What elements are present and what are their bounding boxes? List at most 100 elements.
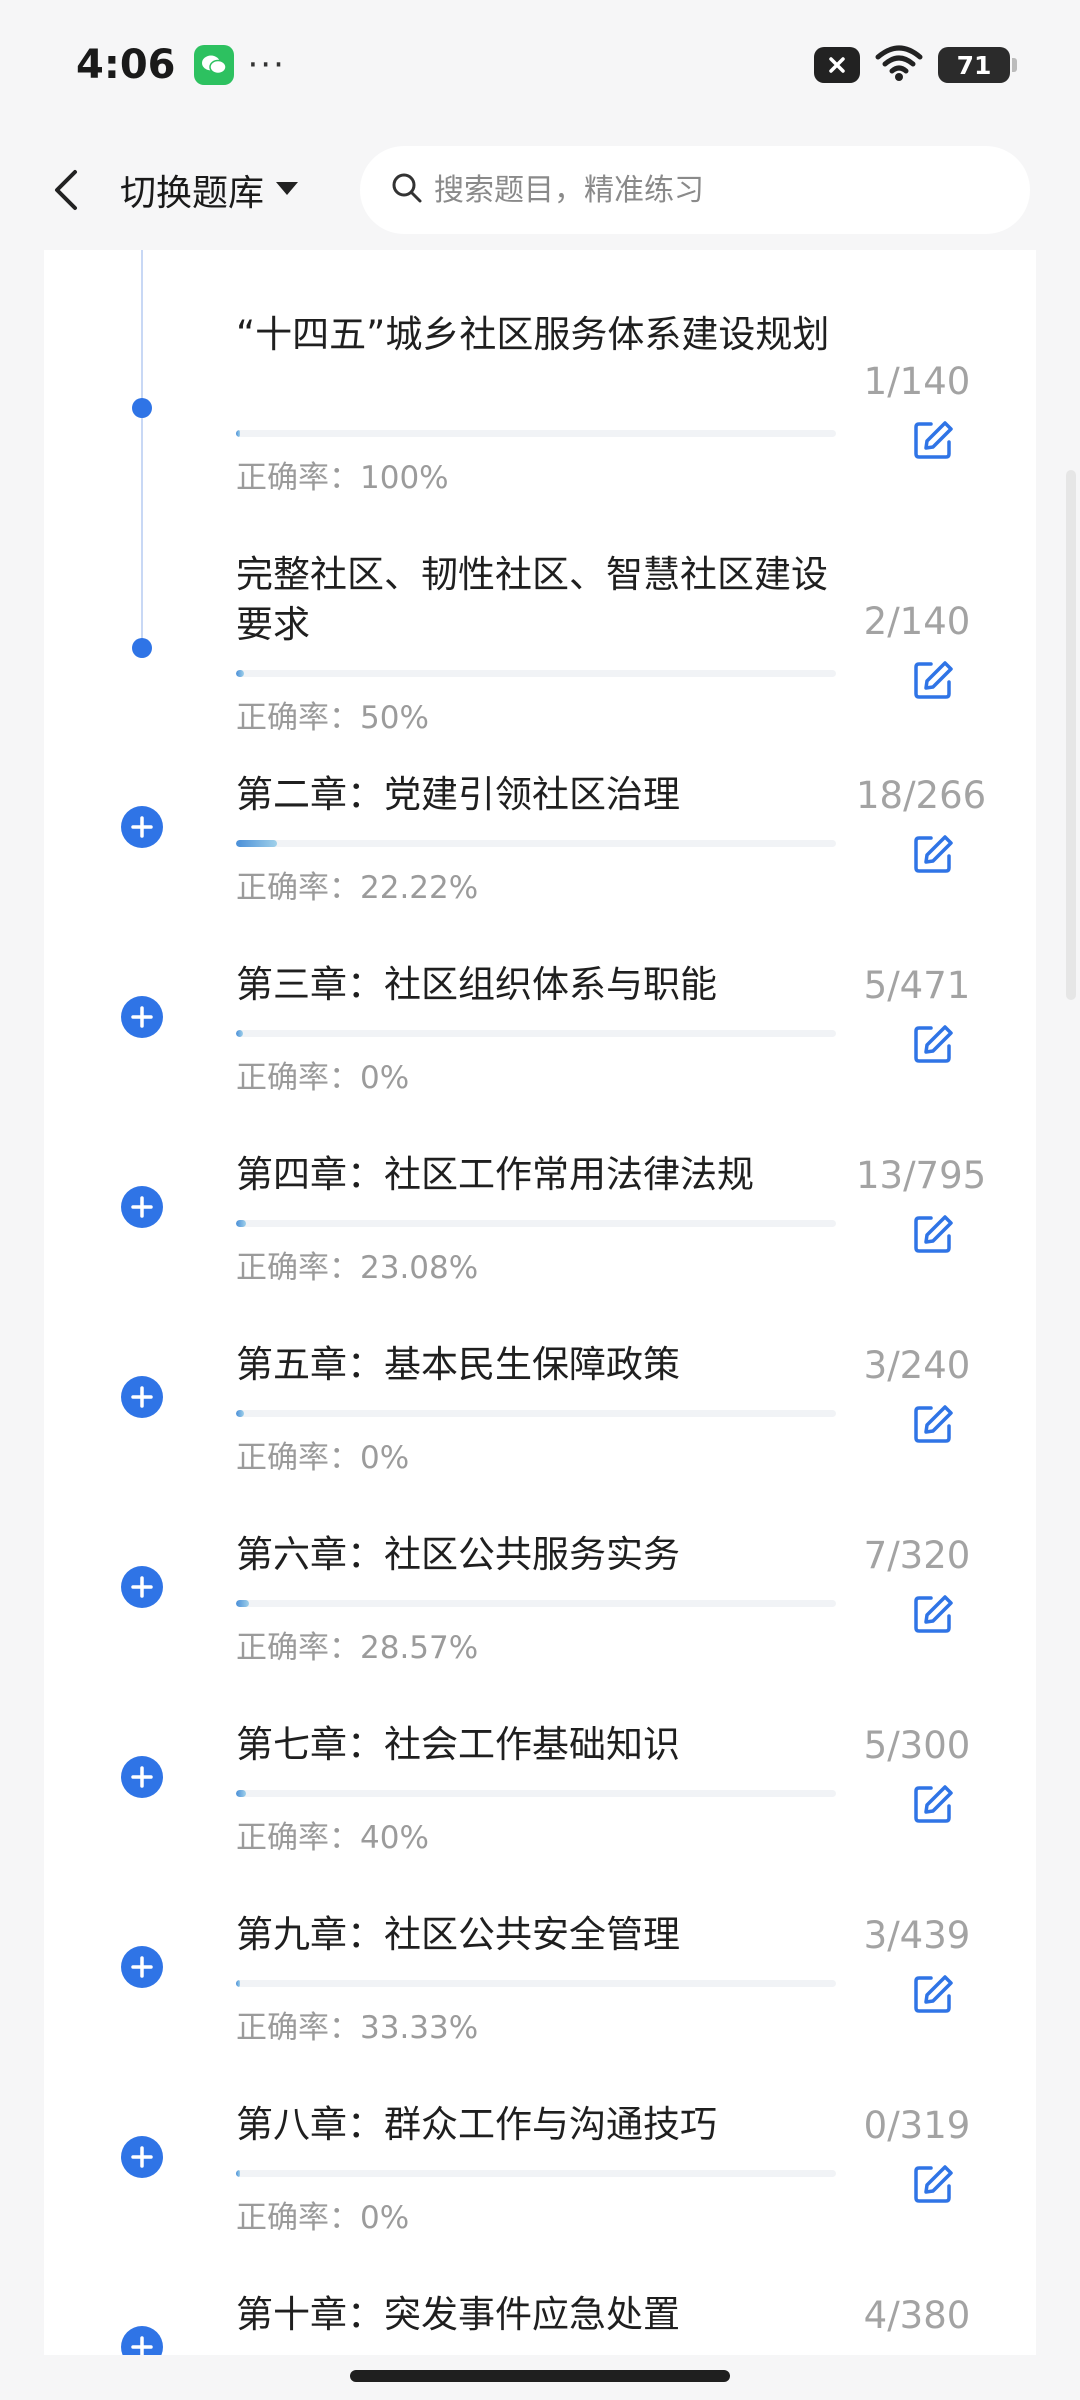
- expand-plus-icon[interactable]: [121, 1186, 163, 1228]
- progress-bar: [236, 1790, 836, 1797]
- practice-edit-icon[interactable]: [911, 1402, 955, 1446]
- expand-plus-icon[interactable]: [121, 806, 163, 848]
- expand-plus-icon[interactable]: [121, 1566, 163, 1608]
- practice-edit-icon[interactable]: [911, 1022, 955, 1066]
- status-bar: 4:06 ··· 71: [0, 0, 1080, 130]
- chapter-row[interactable]: “十四五”城乡社区服务体系建设规划正确率：100% 1/140: [44, 310, 1036, 520]
- progress-fill: [236, 1600, 250, 1607]
- caret-down-icon: [274, 179, 300, 201]
- chapter-row[interactable]: 第六章：社区公共服务实务正确率：28.57% 7/320: [44, 1530, 1036, 1690]
- question-count: 4/380: [863, 2294, 971, 2337]
- expand-plus-icon[interactable]: [121, 996, 163, 1038]
- accuracy-text: 正确率：28.57%: [236, 1630, 479, 1666]
- chapter-row[interactable]: 第五章：基本民生保障政策正确率：0% 3/240: [44, 1340, 1036, 1500]
- accuracy-text: 正确率：0%: [236, 1060, 410, 1096]
- chapter-row[interactable]: 第四章：社区工作常用法律法规正确率：23.08% 13/795: [44, 1150, 1036, 1310]
- back-button[interactable]: [36, 160, 96, 220]
- chapter-row[interactable]: 完整社区、韧性社区、智慧社区建设要求正确率：50% 2/140: [44, 550, 1036, 760]
- practice-edit-icon[interactable]: [911, 1212, 955, 1256]
- question-count: 0/319: [863, 2104, 971, 2147]
- question-count: 5/471: [863, 964, 971, 1007]
- progress-bar: [236, 1030, 836, 1037]
- question-count: 18/266: [856, 774, 987, 817]
- progress-bar: [236, 2170, 836, 2177]
- progress-fill: [236, 840, 277, 847]
- accuracy-text: 正确率：33.33%: [236, 2010, 479, 2046]
- progress-bar: [236, 1980, 836, 1987]
- accuracy-text: 正确率：22.22%: [236, 870, 479, 906]
- practice-edit-icon[interactable]: [911, 1782, 955, 1826]
- practice-edit-icon[interactable]: [911, 1592, 955, 1636]
- progress-fill: [236, 1030, 243, 1037]
- timeline-dot-icon: [132, 398, 152, 418]
- progress-fill: [236, 1980, 241, 1987]
- chapter-title: 第七章：社会工作基础知识: [236, 1723, 680, 1766]
- progress-fill: [236, 670, 245, 677]
- mute-icon: [814, 47, 860, 83]
- practice-edit-icon[interactable]: [911, 658, 955, 702]
- expand-plus-icon[interactable]: [121, 2136, 163, 2178]
- switch-bank-button[interactable]: 切换题库: [120, 164, 300, 216]
- practice-edit-icon[interactable]: [911, 1972, 955, 2016]
- question-count: 7/320: [863, 1534, 971, 1577]
- expand-plus-icon[interactable]: [121, 1756, 163, 1798]
- search-box[interactable]: [360, 146, 1031, 234]
- chapter-title: 第八章：群众工作与沟通技巧: [236, 2103, 717, 2146]
- progress-bar: [236, 1410, 836, 1417]
- search-input[interactable]: [434, 172, 995, 208]
- practice-edit-icon[interactable]: [911, 2162, 955, 2206]
- more-notifications-icon: ···: [247, 45, 286, 85]
- chapter-row[interactable]: 第八章：群众工作与沟通技巧正确率：0% 0/319: [44, 2100, 1036, 2260]
- chapter-row[interactable]: 第十章：突发事件应急处置 4/380: [44, 2290, 1036, 2355]
- progress-fill: [236, 1790, 247, 1797]
- question-count: 2/140: [863, 600, 971, 643]
- chapter-row[interactable]: 第二章：党建引领社区治理 正确率：22.22% 18/266: [44, 770, 1036, 930]
- accuracy-text: 正确率：50%: [236, 700, 429, 736]
- chapter-title: 第四章：社区工作常用法律法规: [236, 1153, 754, 1196]
- progress-bar: [236, 840, 836, 847]
- timeline-dot-icon: [132, 638, 152, 658]
- chapter-title: 第六章：社区公共服务实务: [236, 1533, 680, 1576]
- question-count: 3/240: [863, 1344, 971, 1387]
- chevron-left-icon: [55, 170, 77, 210]
- progress-bar: [236, 430, 836, 437]
- home-indicator[interactable]: [350, 2370, 730, 2382]
- status-time: 4:06: [76, 42, 176, 88]
- chapter-row[interactable]: 第九章：社区公共安全管理 正确率：33.33% 3/439: [44, 1910, 1036, 2070]
- accuracy-text: 正确率：0%: [236, 2200, 410, 2236]
- expand-plus-icon[interactable]: [121, 1946, 163, 1988]
- chapter-title: 第三章：社区组织体系与职能: [236, 963, 717, 1006]
- wifi-icon: [874, 43, 924, 87]
- wechat-icon: [193, 45, 234, 85]
- expand-plus-icon[interactable]: [121, 2326, 163, 2355]
- scrollbar[interactable]: [1066, 470, 1076, 1000]
- chapter-row[interactable]: 第三章：社区组织体系与职能正确率：0% 5/471: [44, 960, 1036, 1120]
- progress-fill: [236, 2170, 240, 2177]
- chapter-title: 第九章：社区公共安全管理: [236, 1913, 680, 1956]
- practice-edit-icon[interactable]: [911, 418, 955, 462]
- switch-bank-label: 切换题库: [120, 173, 265, 214]
- progress-fill: [236, 1220, 246, 1227]
- chapter-title: “十四五”城乡社区服务体系建设规划: [236, 313, 830, 356]
- progress-fill: [236, 430, 241, 437]
- question-count: 13/795: [856, 1154, 987, 1197]
- chapter-row[interactable]: 第七章：社会工作基础知识正确率：40% 5/300: [44, 1720, 1036, 1880]
- header-bar: 切换题库: [0, 130, 1080, 250]
- progress-bar: [236, 670, 836, 677]
- progress-bar: [236, 1220, 836, 1227]
- accuracy-text: 正确率：23.08%: [236, 1250, 479, 1286]
- practice-edit-icon[interactable]: [911, 832, 955, 876]
- chapter-title: 完整社区、韧性社区、智慧社区建设要求: [236, 553, 828, 646]
- progress-fill: [236, 1410, 244, 1417]
- chapter-title: 第十章：突发事件应急处置: [236, 2293, 680, 2336]
- question-count: 5/300: [863, 1724, 971, 1767]
- accuracy-text: 正确率：40%: [236, 1820, 429, 1856]
- chapter-list: “十四五”城乡社区服务体系建设规划正确率：100% 1/140 完整社区、韧性社区、…: [44, 250, 1036, 2355]
- expand-plus-icon[interactable]: [121, 1376, 163, 1418]
- search-icon: [390, 171, 424, 209]
- chapter-title: 第五章：基本民生保障政策: [236, 1343, 680, 1386]
- question-count: 1/140: [863, 360, 971, 403]
- progress-bar: [236, 1600, 836, 1607]
- accuracy-text: 正确率：0%: [236, 1440, 410, 1476]
- accuracy-text: 正确率：100%: [236, 460, 449, 496]
